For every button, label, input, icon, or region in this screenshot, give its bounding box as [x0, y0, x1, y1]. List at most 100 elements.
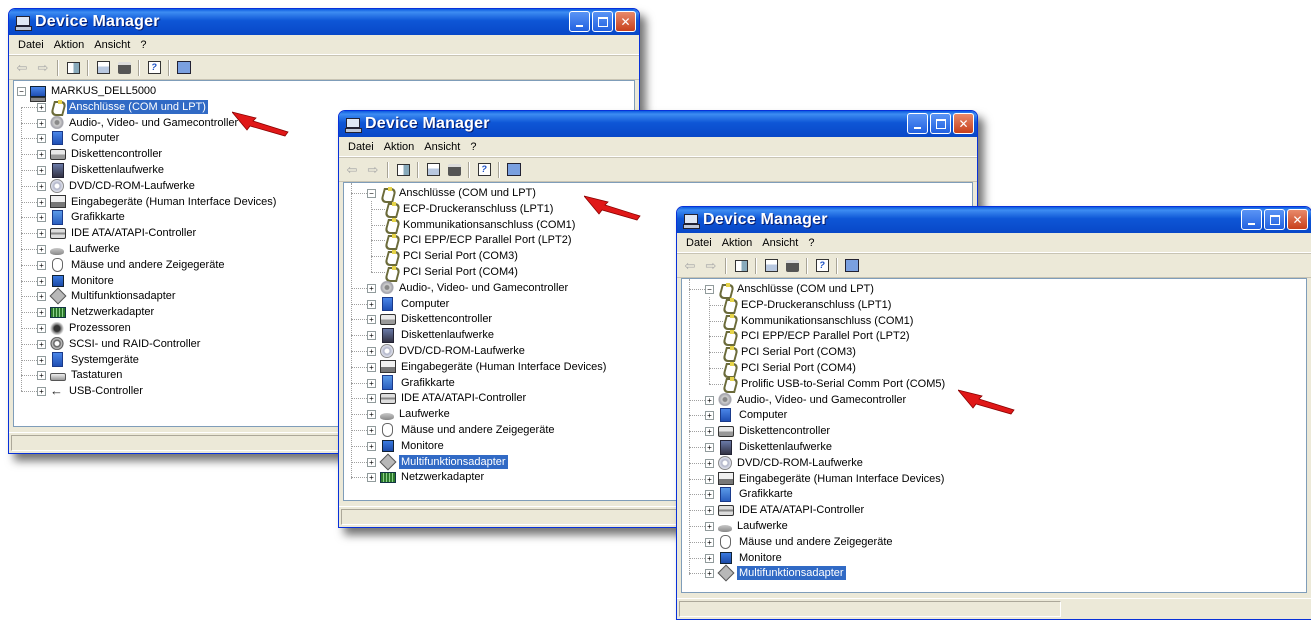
- menu-datei[interactable]: Datei: [343, 141, 379, 153]
- title-bar[interactable]: Device Manager ✕: [677, 207, 1311, 233]
- expand-toggle-icon[interactable]: +: [367, 347, 376, 356]
- expand-toggle-icon[interactable]: +: [705, 490, 714, 500]
- expand-toggle-icon[interactable]: +: [37, 134, 46, 144]
- expand-toggle-icon[interactable]: +: [367, 315, 376, 325]
- expand-toggle-icon[interactable]: +: [37, 276, 46, 286]
- tree-category[interactable]: Anschlüsse (COM und LPT): [50, 99, 208, 115]
- tree-category[interactable]: Monitore: [718, 550, 784, 566]
- expand-toggle-icon[interactable]: +: [367, 410, 376, 420]
- help-icon[interactable]: ?: [145, 60, 163, 76]
- properties-icon[interactable]: [762, 258, 780, 274]
- expand-toggle-icon[interactable]: −: [705, 285, 714, 294]
- back-icon[interactable]: ⇦: [681, 258, 699, 274]
- close-button[interactable]: ✕: [953, 113, 974, 134]
- expand-toggle-icon[interactable]: −: [367, 189, 376, 198]
- scan-hardware-icon[interactable]: [843, 258, 861, 274]
- tree-category[interactable]: SCSI- und RAID-Controller: [50, 336, 202, 352]
- expand-toggle-icon[interactable]: +: [37, 166, 46, 175]
- menu-aktion[interactable]: Aktion: [379, 141, 420, 153]
- expand-toggle-icon[interactable]: +: [37, 339, 46, 349]
- menu-help[interactable]: ?: [135, 39, 151, 51]
- expand-toggle-icon[interactable]: +: [367, 394, 376, 404]
- properties-icon[interactable]: [94, 60, 112, 76]
- minimize-button[interactable]: [1241, 209, 1262, 230]
- menu-aktion[interactable]: Aktion: [49, 39, 90, 51]
- tree-device[interactable]: PCI EPP/ECP Parallel Port (LPT2): [384, 232, 574, 248]
- expand-toggle-icon[interactable]: +: [37, 371, 46, 381]
- tree-category[interactable]: Computer: [50, 130, 121, 146]
- tree-category[interactable]: Audio-, Video- und Gamecontroller: [50, 115, 240, 131]
- maximize-button[interactable]: [592, 11, 613, 32]
- tree-category[interactable]: Multifunktionsadapter: [379, 453, 508, 471]
- tree-root[interactable]: MARKUS_DELL5000: [30, 83, 158, 102]
- expand-toggle-icon[interactable]: +: [367, 426, 376, 435]
- tree-device[interactable]: ECP-Druckeranschluss (LPT1): [722, 297, 893, 313]
- expand-toggle-icon[interactable]: +: [37, 181, 46, 191]
- title-bar[interactable]: Device Manager ✕: [339, 111, 977, 137]
- expand-toggle-icon[interactable]: +: [705, 553, 714, 563]
- expand-toggle-icon[interactable]: +: [367, 441, 376, 451]
- tree-device[interactable]: Kommunikationsanschluss (COM1): [722, 313, 915, 329]
- tree-category[interactable]: Grafikkarte: [50, 209, 127, 225]
- tree-category[interactable]: Mäuse und andere Zeigegeräte: [50, 257, 227, 273]
- tree-category[interactable]: DVD/CD-ROM-Laufwerke: [718, 455, 865, 471]
- expand-toggle-icon[interactable]: +: [37, 324, 46, 333]
- tree-category[interactable]: Diskettencontroller: [50, 146, 164, 162]
- tree-category[interactable]: Anschlüsse (COM und LPT): [718, 281, 876, 297]
- tree-category[interactable]: Netzwerkadapter: [380, 469, 486, 485]
- tree-category[interactable]: Computer: [718, 407, 789, 423]
- menu-help[interactable]: ?: [803, 237, 819, 249]
- expand-toggle-icon[interactable]: +: [37, 355, 46, 365]
- maximize-button[interactable]: [1264, 209, 1285, 230]
- tree-device[interactable]: Prolific USB-to-Serial Comm Port (COM5): [722, 376, 947, 392]
- menu-aktion[interactable]: Aktion: [717, 237, 758, 249]
- close-button[interactable]: ✕: [615, 11, 636, 32]
- minimize-button[interactable]: [569, 11, 590, 32]
- expand-toggle-icon[interactable]: +: [37, 260, 46, 270]
- menu-datei[interactable]: Datei: [681, 237, 717, 249]
- scan-hardware-icon[interactable]: [505, 162, 523, 178]
- expand-toggle-icon[interactable]: +: [705, 427, 714, 437]
- tree-category[interactable]: Multifunktionsadapter: [717, 564, 846, 582]
- expand-toggle-icon[interactable]: +: [367, 299, 376, 309]
- expand-toggle-icon[interactable]: +: [367, 331, 376, 341]
- tree-category[interactable]: Systemgeräte: [50, 352, 141, 368]
- tree-device[interactable]: PCI Serial Port (COM3): [722, 344, 858, 360]
- forward-icon[interactable]: ⇨: [364, 162, 382, 178]
- menu-ansicht[interactable]: Ansicht: [89, 39, 135, 51]
- expand-toggle-icon[interactable]: +: [37, 229, 46, 239]
- tree-category[interactable]: Multifunktionsadapter: [49, 287, 178, 305]
- tree-category[interactable]: DVD/CD-ROM-Laufwerke: [380, 343, 527, 359]
- tree-category[interactable]: Mäuse und andere Zeigegeräte: [718, 534, 895, 550]
- tree-category[interactable]: Mäuse und andere Zeigegeräte: [380, 422, 557, 438]
- forward-icon[interactable]: ⇨: [34, 60, 52, 76]
- console-tree-icon[interactable]: [64, 60, 82, 76]
- tree-category[interactable]: Laufwerke: [380, 406, 452, 422]
- tree-device[interactable]: PCI Serial Port (COM3): [384, 248, 520, 264]
- tree-category[interactable]: DVD/CD-ROM-Laufwerke: [50, 178, 197, 194]
- tree-category[interactable]: Diskettencontroller: [380, 311, 494, 327]
- tree-category[interactable]: Grafikkarte: [718, 486, 795, 502]
- expand-toggle-icon[interactable]: +: [705, 474, 714, 484]
- expand-toggle-icon[interactable]: +: [37, 118, 46, 128]
- expand-toggle-icon[interactable]: +: [367, 473, 376, 483]
- tree-category[interactable]: Grafikkarte: [380, 375, 457, 391]
- tree-category[interactable]: Anschlüsse (COM und LPT): [380, 185, 538, 201]
- tree-category[interactable]: Laufwerke: [718, 518, 790, 534]
- print-icon[interactable]: [445, 162, 463, 178]
- tree-category[interactable]: IDE ATA/ATAPI-Controller: [380, 390, 528, 406]
- title-bar[interactable]: Device Manager ✕: [9, 9, 639, 35]
- expand-toggle-icon[interactable]: −: [17, 87, 26, 96]
- tree-category[interactable]: Eingabegeräte (Human Interface Devices): [50, 194, 278, 210]
- tree-device[interactable]: PCI EPP/ECP Parallel Port (LPT2): [722, 328, 912, 344]
- menu-ansicht[interactable]: Ansicht: [757, 237, 803, 249]
- tree-category[interactable]: Audio-, Video- und Gamecontroller: [380, 280, 570, 296]
- expand-toggle-icon[interactable]: +: [37, 245, 46, 254]
- tree-category[interactable]: Monitore: [50, 273, 116, 289]
- expand-toggle-icon[interactable]: +: [705, 411, 714, 421]
- expand-toggle-icon[interactable]: +: [367, 457, 376, 467]
- console-tree-icon[interactable]: [394, 162, 412, 178]
- help-icon[interactable]: ?: [475, 162, 493, 178]
- tree-category[interactable]: Audio-, Video- und Gamecontroller: [718, 392, 908, 408]
- tree-category[interactable]: Diskettenlaufwerke: [380, 327, 496, 343]
